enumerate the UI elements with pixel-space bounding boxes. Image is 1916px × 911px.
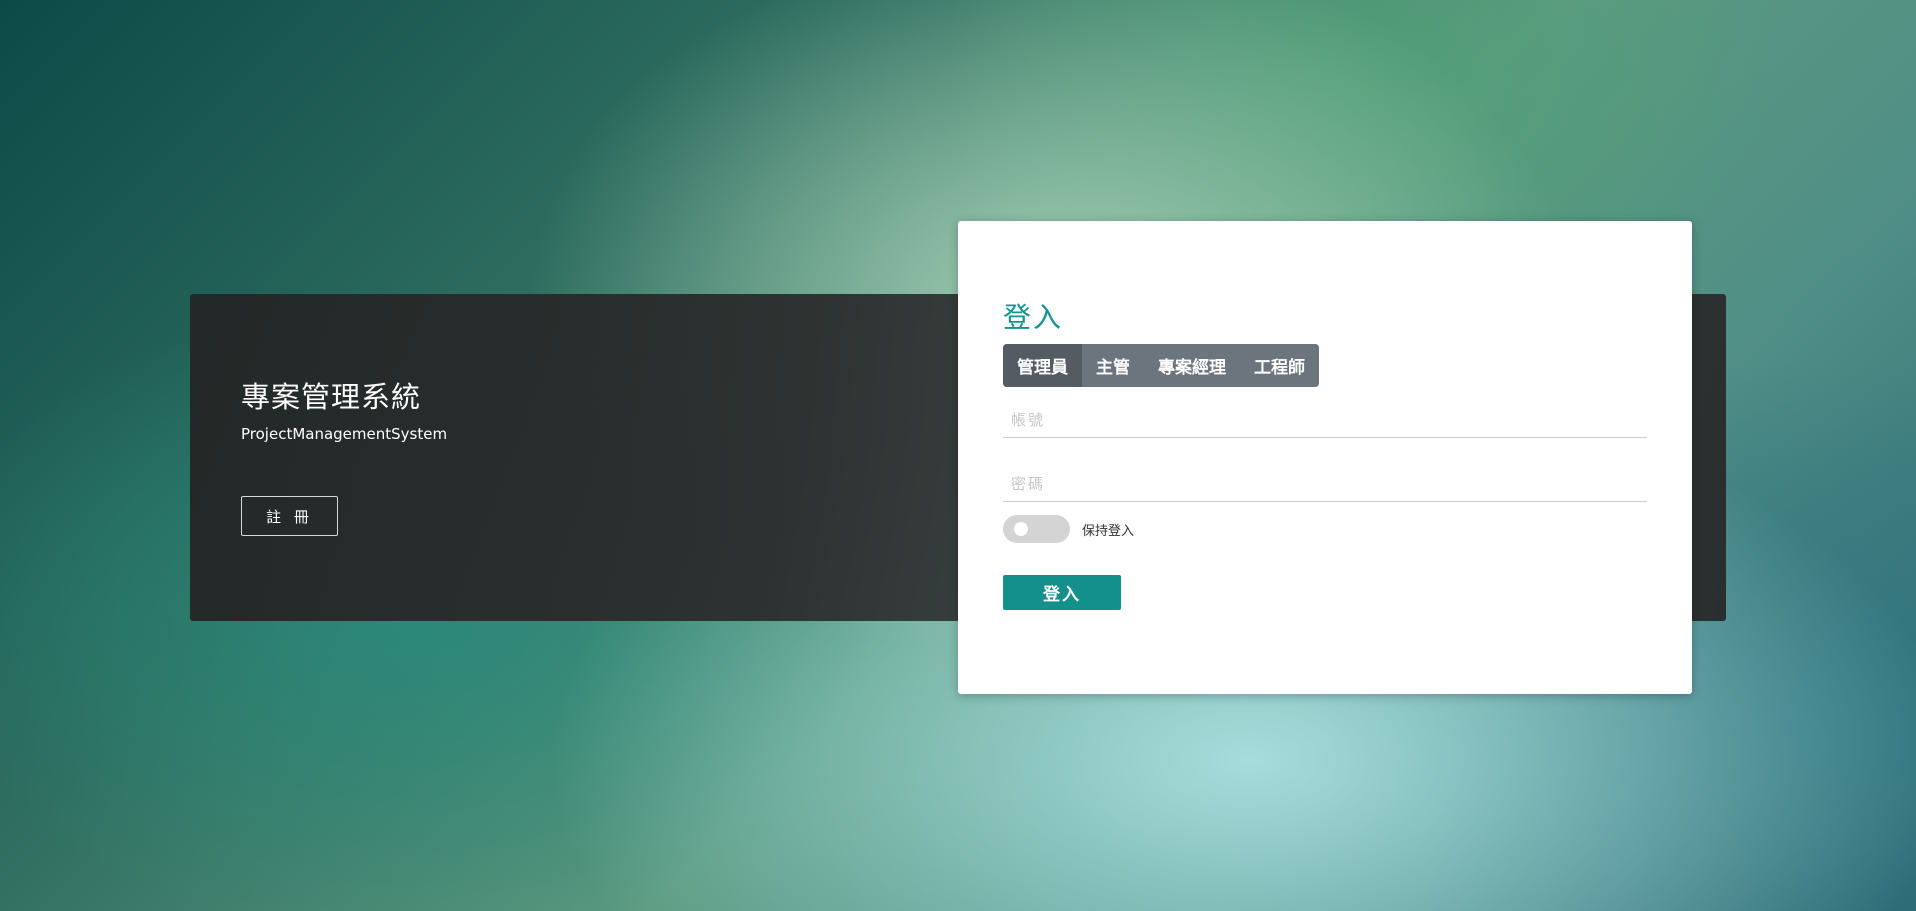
login-heading: 登入 xyxy=(1003,301,1064,334)
role-tab-supervisor[interactable]: 主管 xyxy=(1082,344,1144,387)
login-button[interactable]: 登入 xyxy=(1003,575,1121,610)
role-tab-admin[interactable]: 管理員 xyxy=(1003,344,1082,387)
login-card: 登入 管理員 主管 專案經理 工程師 保持登入 登入 xyxy=(958,221,1692,694)
app-title: 專案管理系統 xyxy=(241,380,422,414)
password-input[interactable] xyxy=(1003,466,1647,502)
role-tabs: 管理員 主管 專案經理 工程師 xyxy=(1003,344,1319,387)
remember-me-row: 保持登入 xyxy=(1003,515,1134,543)
app-subtitle: ProjectManagementSystem xyxy=(241,425,448,443)
login-page: 專案管理系統 ProjectManagementSystem 註 冊 登入 管理… xyxy=(0,0,1916,911)
role-tab-engineer[interactable]: 工程師 xyxy=(1240,344,1319,387)
register-button[interactable]: 註 冊 xyxy=(241,496,338,536)
remember-me-toggle[interactable] xyxy=(1003,515,1070,543)
toggle-knob xyxy=(1014,522,1028,536)
role-tab-project-manager[interactable]: 專案經理 xyxy=(1144,344,1240,387)
account-input[interactable] xyxy=(1003,402,1647,438)
remember-me-label: 保持登入 xyxy=(1082,523,1135,539)
